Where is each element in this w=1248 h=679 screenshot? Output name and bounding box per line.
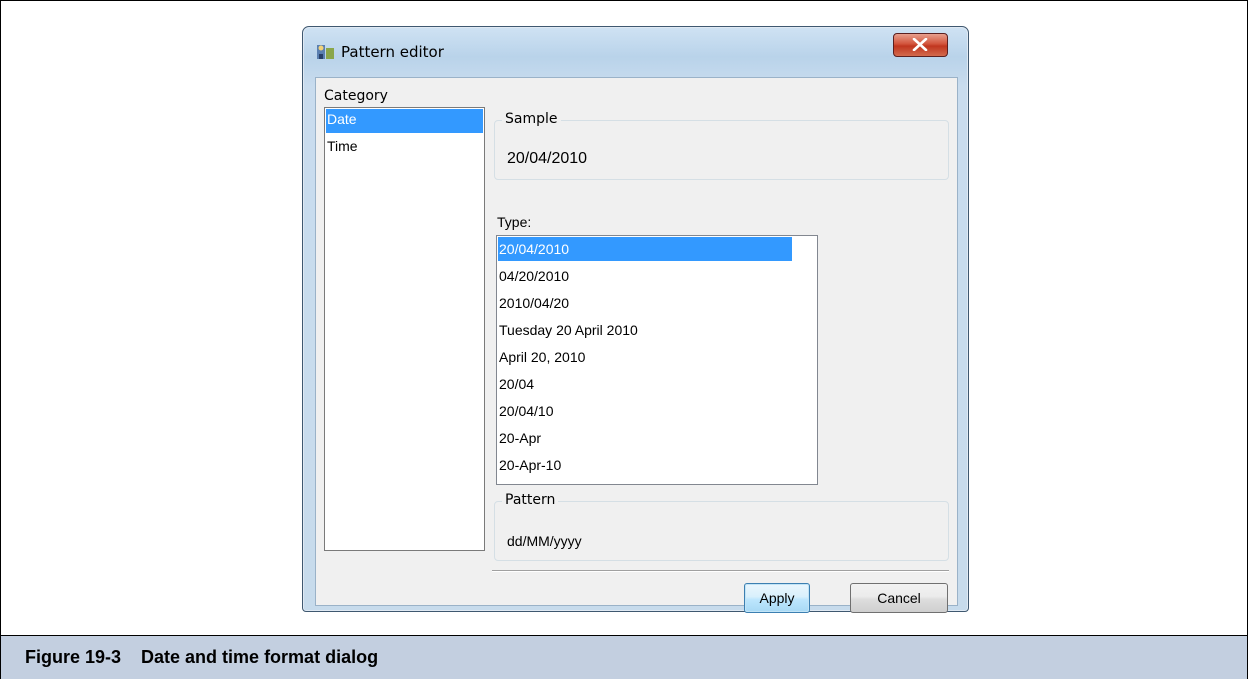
figure-frame: Pattern editor Category Date Time Sample… <box>0 0 1248 679</box>
type-item[interactable]: 20/04/10 <box>498 399 792 423</box>
category-item-date[interactable]: Date <box>326 109 483 133</box>
caption-bar: Figure 19-3 Date and time format dialog <box>1 635 1247 679</box>
pattern-editor-window: Pattern editor Category Date Time Sample… <box>302 26 969 613</box>
pattern-group <box>494 501 949 561</box>
app-icon <box>316 42 336 62</box>
sample-value: 20/04/2010 <box>507 150 588 167</box>
title-bar[interactable]: Pattern editor <box>303 27 968 71</box>
sample-group-title: Sample <box>502 111 561 127</box>
category-item-time[interactable]: Time <box>326 136 483 160</box>
dialog-client-area: Category Date Time Sample 20/04/2010 Typ… <box>315 77 958 613</box>
type-label: Type: <box>497 214 532 230</box>
pattern-group-title: Pattern <box>502 492 559 508</box>
type-item[interactable]: 2010/04/20 <box>498 291 792 315</box>
close-icon <box>912 38 928 51</box>
category-label: Category <box>324 88 388 104</box>
category-list[interactable]: Date Time <box>324 107 485 551</box>
pattern-value: dd/MM/yyyy <box>507 533 582 549</box>
separator <box>492 570 949 572</box>
apply-button[interactable]: Apply <box>744 583 810 613</box>
type-item[interactable]: 20/04/2010 <box>498 237 792 261</box>
type-item[interactable]: 20-Apr-10 <box>498 453 792 477</box>
cancel-button[interactable]: Cancel <box>850 583 948 613</box>
window-title: Pattern editor <box>341 43 444 61</box>
type-item[interactable]: Tuesday 20 April 2010 <box>498 318 792 342</box>
figure-caption: Figure 19-3 Date and time format dialog <box>25 647 379 667</box>
type-list[interactable]: 20/04/2010 04/20/2010 2010/04/20 Tuesday… <box>496 235 818 485</box>
type-item[interactable]: 20/04 <box>498 372 792 396</box>
type-item[interactable]: April 20, 2010 <box>498 345 792 369</box>
close-button[interactable] <box>893 33 948 57</box>
type-item[interactable]: 20-Apr <box>498 426 792 450</box>
type-item[interactable]: 04/20/2010 <box>498 264 792 288</box>
